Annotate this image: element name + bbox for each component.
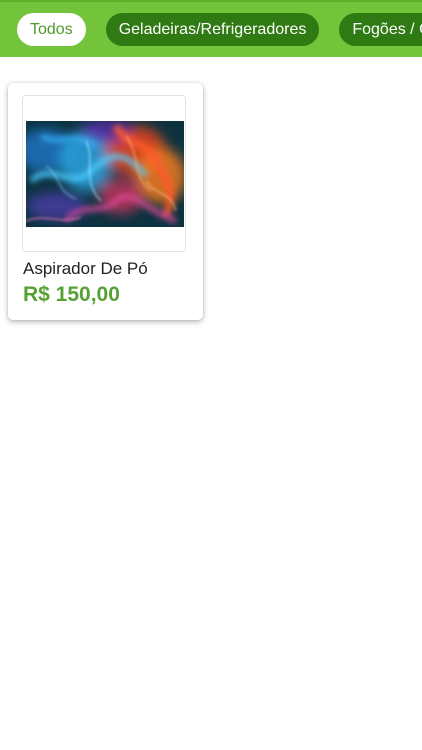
product-price: R$ 150,00 <box>23 283 120 306</box>
category-chip-list: Todos Geladeiras/Refrigeradores Fogões /… <box>17 13 422 46</box>
product-image-frame <box>22 95 186 252</box>
colorful-smoke-image <box>26 121 184 227</box>
product-image <box>26 121 184 227</box>
category-chip-fogoes[interactable]: Fogões / Coo <box>339 13 422 46</box>
category-chip-geladeiras[interactable]: Geladeiras/Refrigeradores <box>105 13 320 46</box>
category-bar: Todos Geladeiras/Refrigeradores Fogões /… <box>0 0 422 57</box>
product-card[interactable]: Aspirador De Pó R$ 150,00 <box>8 83 203 320</box>
category-chip-todos[interactable]: Todos <box>17 13 86 46</box>
product-name: Aspirador De Pó <box>23 259 148 278</box>
